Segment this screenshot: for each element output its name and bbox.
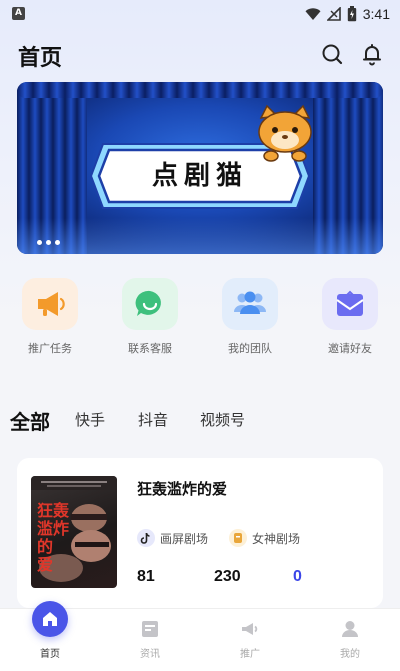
platform-chip: 画屏剧场 xyxy=(137,528,208,548)
action-contact-support[interactable]: 联系客服 xyxy=(102,278,198,362)
quick-actions: 推广任务 联系客服 我的团队 邀请好友 xyxy=(0,278,400,362)
action-promotion-tasks[interactable]: 推广任务 xyxy=(2,278,98,362)
status-bar: A 3:41 xyxy=(0,0,400,28)
app-notification-icon: A xyxy=(12,7,25,20)
home-icon xyxy=(43,612,57,626)
action-tile xyxy=(322,278,378,330)
drama-poster[interactable]: 狂轰 滥炸的爱 xyxy=(31,476,117,588)
drama-stat: 0 xyxy=(293,568,302,585)
nav-label: 首页 xyxy=(40,649,60,660)
page-title: 首页 xyxy=(18,46,63,71)
platform-chip: 女神剧场 xyxy=(229,528,300,548)
poster-title: 狂轰 滥炸的爱 xyxy=(37,501,70,574)
megaphone-icon xyxy=(242,623,258,635)
nav-news[interactable]: 资讯 xyxy=(100,609,200,671)
nav-home[interactable]: 首页 xyxy=(0,601,100,671)
tab-all[interactable]: 全部 xyxy=(10,406,50,435)
nav-promote[interactable]: 推广 xyxy=(200,609,300,671)
header: 首页 xyxy=(0,30,400,80)
action-label: 联系客服 xyxy=(128,342,172,355)
nav-label: 资讯 xyxy=(140,649,160,660)
banner-pagination xyxy=(37,240,60,245)
theater-icon xyxy=(229,529,247,547)
stage-valance xyxy=(17,82,383,98)
action-tile xyxy=(22,278,78,330)
platform-chip-label: 女神剧场 xyxy=(252,531,301,546)
action-label: 我的团队 xyxy=(228,342,272,355)
action-my-team[interactable]: 我的团队 xyxy=(202,278,298,362)
nav-label: 推广 xyxy=(240,649,260,660)
action-tile xyxy=(222,278,278,330)
user-icon xyxy=(342,621,358,637)
promo-banner[interactable]: 点剧猫 xyxy=(17,82,383,254)
cellular-signal-icon xyxy=(326,7,341,21)
stage-floor xyxy=(17,218,383,254)
action-label: 推广任务 xyxy=(28,342,72,355)
action-label: 邀请好友 xyxy=(328,342,372,355)
battery-icon xyxy=(347,6,356,22)
drama-stat: 81 xyxy=(137,568,155,585)
drama-card[interactable]: 狂轰 滥炸的爱 狂轰滥炸的爱 画屏剧场 女神剧场 81 230 0 xyxy=(17,458,383,608)
tiktok-icon xyxy=(137,529,155,547)
platform-chip-label: 画屏剧场 xyxy=(160,531,209,546)
status-bar-right: 3:41 xyxy=(305,4,390,24)
action-tile xyxy=(122,278,178,330)
cat-mascot-icon xyxy=(258,104,312,162)
team-icon xyxy=(234,291,266,314)
nav-label: 我的 xyxy=(340,649,360,660)
pagination-dot xyxy=(46,240,51,245)
pagination-dot xyxy=(55,240,60,245)
tab-douyin[interactable]: 抖音 xyxy=(138,409,168,430)
mail-icon xyxy=(336,290,364,316)
drama-stat: 230 xyxy=(214,568,241,585)
nav-profile[interactable]: 我的 xyxy=(300,609,400,671)
search-icon[interactable] xyxy=(320,42,344,66)
wifi-icon xyxy=(305,8,321,20)
tab-video-channel[interactable]: 视频号 xyxy=(200,409,245,430)
news-icon xyxy=(142,621,158,637)
clock: 3:41 xyxy=(362,6,390,22)
drama-title: 狂轰滥炸的爱 xyxy=(137,480,228,498)
action-invite-friends[interactable]: 邀请好友 xyxy=(302,278,398,362)
megaphone-icon xyxy=(38,292,65,316)
bell-icon[interactable] xyxy=(360,42,384,66)
chat-icon xyxy=(135,290,161,316)
tab-kuaishou[interactable]: 快手 xyxy=(75,409,105,430)
bottom-nav: 首页 资讯 推广 我的 xyxy=(0,601,400,671)
pagination-dot xyxy=(37,240,42,245)
